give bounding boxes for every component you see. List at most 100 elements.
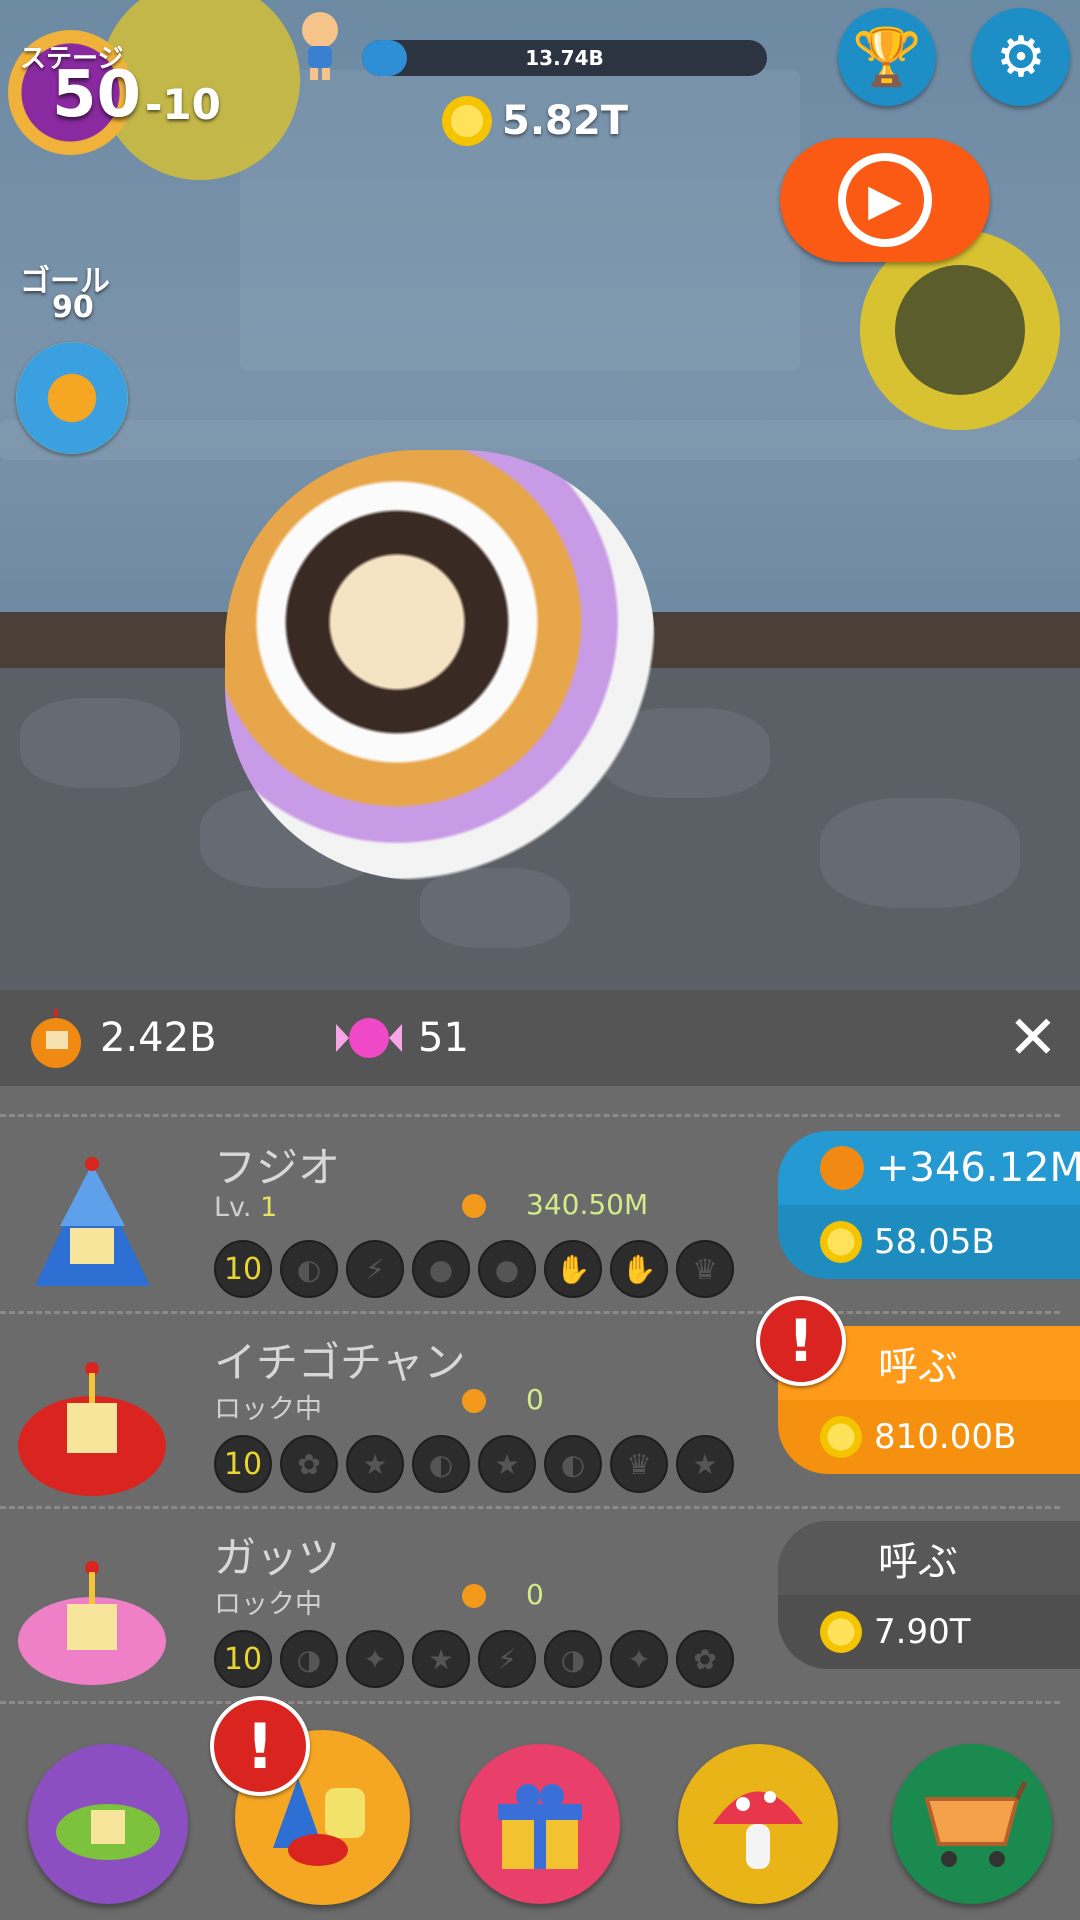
level-up-gain: +346.12M (778, 1131, 1080, 1205)
stone (420, 868, 570, 948)
prince-avatar-icon (302, 12, 338, 80)
candy-icon (336, 1018, 402, 1058)
star-icon: ★ (676, 1435, 734, 1493)
divider (0, 1114, 1060, 1117)
trophy-button[interactable]: 🏆 (838, 8, 936, 106)
star-icon: ★ (412, 1630, 470, 1688)
bomb-icon (820, 1146, 864, 1190)
character-level: Lv. 1 (214, 1192, 277, 1223)
skill-icon: ✿ (676, 1630, 734, 1688)
list-item: イチゴチャン ロック中 0 10 ✿ ★ ◐ ★ ◐ ♛ ★ 呼ぶ 810.00… (0, 1321, 1080, 1516)
character-name: フジオ (214, 1143, 341, 1192)
gatts-character-icon (18, 1561, 166, 1685)
crown-icon: ♛ (676, 1240, 734, 1298)
coin-icon (442, 96, 492, 146)
stone (820, 798, 1020, 908)
character-power: 0 (526, 1383, 544, 1416)
skill-level-badge: 10 (214, 1240, 272, 1298)
bomb-icon (462, 1389, 486, 1413)
katamari-ball (225, 450, 655, 880)
level-value: 1 (260, 1192, 278, 1223)
nav-katamari-button[interactable] (28, 1744, 188, 1904)
level-up-gain-value: +346.12M (876, 1145, 1080, 1191)
skill-icon: ◐ (280, 1240, 338, 1298)
ichigo-character-icon (18, 1362, 166, 1496)
level-up-button[interactable]: +346.12M 58.05B (778, 1131, 1080, 1279)
skill-row: 10 ✿ ★ ◐ ★ ◐ ♛ ★ (214, 1435, 734, 1493)
lightning-icon: ⚡ (478, 1630, 536, 1688)
skill-level-badge: 10 (214, 1630, 272, 1688)
skill-icon: ◑ (280, 1630, 338, 1688)
katamari-icon (56, 1804, 160, 1860)
summon-button[interactable]: 呼ぶ 7.90T (778, 1521, 1080, 1669)
coin-counter: 5.82T (442, 96, 628, 146)
summon-cost: 810.00B (778, 1400, 1080, 1474)
lock-status: ロック中 (214, 1589, 322, 1620)
size-progress-bar: 13.74B (362, 40, 767, 76)
lightning-icon: ⚡ (346, 1240, 404, 1298)
alert-badge: ! (210, 1696, 310, 1796)
handshake-icon: ✋ (610, 1240, 668, 1298)
summon-cost-value: 7.90T (874, 1612, 971, 1652)
skill-icon: ◐ (412, 1435, 470, 1493)
shopping-cart-icon (924, 1780, 1027, 1867)
skill-icon: ● (412, 1240, 470, 1298)
star-icon: ★ (478, 1435, 536, 1493)
nav-gift-button[interactable] (460, 1744, 620, 1904)
fujio-character-icon (35, 1157, 150, 1286)
stage-sub-number: -10 (145, 80, 221, 129)
character-name: イチゴチャン (214, 1338, 466, 1387)
summon-label: 呼ぶ (778, 1521, 1080, 1595)
summon-cost: 7.90T (778, 1595, 1080, 1669)
settings-button[interactable]: ⚙ (972, 8, 1070, 106)
crown-icon: ♛ (610, 1435, 668, 1493)
bomb-icon (462, 1194, 486, 1218)
list-item: フジオ Lv. 1 340.50M 10 ◐ ⚡ ● ● ✋ ✋ ♛ +346.… (0, 1126, 1080, 1321)
nav-mushroom-button[interactable] (678, 1744, 838, 1904)
close-button[interactable]: ✕ (1008, 1008, 1058, 1068)
shuriken-icon: ✦ (346, 1630, 404, 1688)
divider (0, 1506, 1060, 1509)
mushroom-icon (713, 1791, 803, 1869)
list-item: ガッツ ロック中 0 10 ◑ ✦ ★ ⚡ ◑ ✦ ✿ 呼ぶ 7.90T (0, 1516, 1080, 1711)
gear-icon: ⚙ (995, 24, 1047, 90)
bomb-icon (31, 1009, 81, 1068)
candy-amount: 51 (418, 1015, 469, 1061)
video-reward-button[interactable]: ▶ (780, 138, 990, 262)
character-power: 340.50M (526, 1188, 649, 1221)
nav-shop-button[interactable] (892, 1744, 1052, 1904)
skill-icon: ◑ (544, 1630, 602, 1688)
bomb-currency: 2.42B (28, 990, 217, 1086)
skill-icon: ● (478, 1240, 536, 1298)
level-label: Lv. (214, 1192, 252, 1223)
divider (0, 1701, 1060, 1704)
skill-row: 10 ◐ ⚡ ● ● ✋ ✋ ♛ (214, 1240, 734, 1298)
alarm-play-icon: ▶ (838, 153, 932, 247)
sunflower-core (895, 265, 1025, 395)
goal-planet-icon[interactable] (16, 342, 128, 454)
trophy-icon: 🏆 (852, 25, 922, 90)
shuriken-icon: ✦ (610, 1630, 668, 1688)
skill-icon: ✿ (280, 1435, 338, 1493)
candy-currency: 51 (336, 990, 469, 1086)
coin-icon (820, 1221, 862, 1263)
skill-icon: ◐ (544, 1435, 602, 1493)
stone (20, 698, 180, 788)
game-scene[interactable]: ステージ 50 -10 ゴール 90 13.74B 5.82T 🏆 ⚙ ▶ (0, 0, 1080, 990)
goal-number: 90 (52, 290, 94, 325)
gift-icon (498, 1784, 582, 1869)
bottom-nav: ! (0, 1696, 1080, 1920)
coin-icon (820, 1611, 862, 1653)
divider (0, 1311, 1060, 1314)
bomb-amount: 2.42B (100, 1015, 217, 1061)
character-power: 0 (526, 1578, 544, 1611)
handshake-icon: ✋ (544, 1240, 602, 1298)
character-name: ガッツ (214, 1533, 341, 1582)
currency-bar: 2.42B 51 ✕ (0, 990, 1080, 1086)
size-value: 13.74B (525, 46, 604, 70)
alert-badge: ! (756, 1296, 846, 1386)
star-icon: ★ (346, 1435, 404, 1493)
lock-status: ロック中 (214, 1394, 322, 1425)
bomb-icon (462, 1584, 486, 1608)
level-up-cost: 58.05B (778, 1205, 1080, 1279)
